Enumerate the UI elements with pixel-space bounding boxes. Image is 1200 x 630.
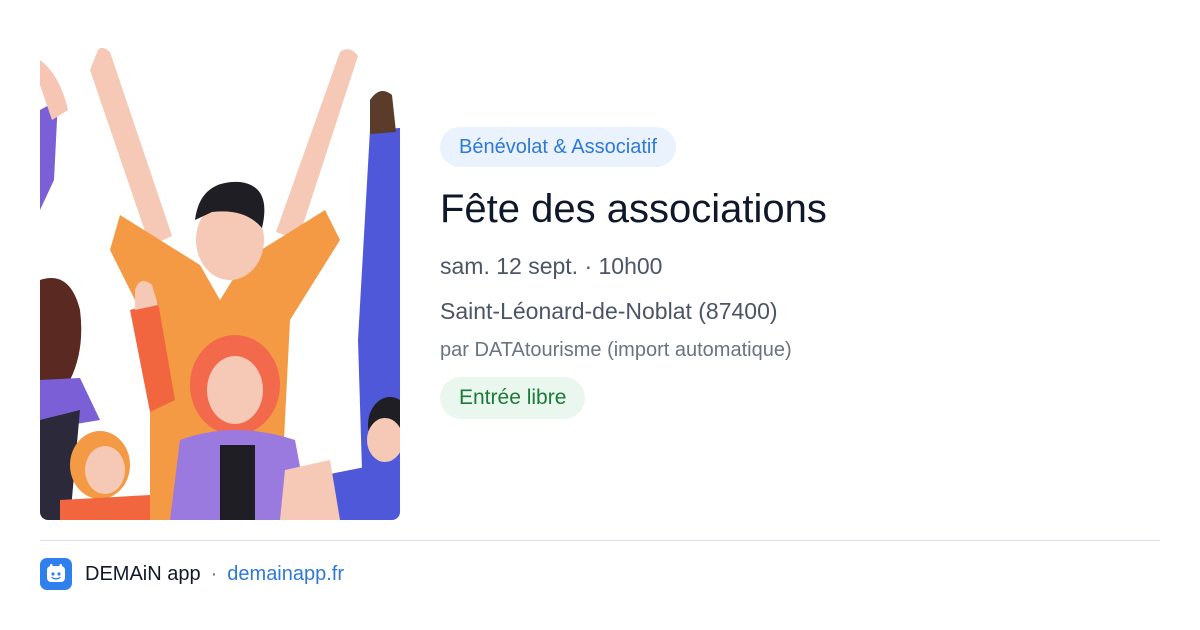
footer-divider (40, 540, 1160, 541)
category-badge: Bénévolat & Associatif (440, 127, 676, 167)
event-datetime: sam. 12 sept. · 10h00 (440, 253, 663, 279)
event-location: Saint-Léonard-de-Noblat (87400) (440, 298, 778, 324)
demain-app-icon (40, 558, 72, 590)
event-image (40, 40, 400, 520)
event-share-card: Bénévolat & Associatif Fête des associat… (0, 0, 1200, 630)
event-info: Bénévolat & Associatif Fête des associat… (440, 127, 1140, 419)
app-name: DEMAiN app (85, 562, 201, 585)
footer-separator: · (210, 562, 218, 585)
people-celebrating-illustration (40, 40, 400, 520)
app-domain-link[interactable]: demainapp.fr (227, 563, 344, 586)
price-badge: Entrée libre (440, 377, 586, 419)
event-source: par DATAtourisme (import automatique) (440, 339, 792, 361)
footer: DEMAiN app · demainapp.fr (40, 557, 344, 591)
event-title: Fête des associations (440, 187, 827, 231)
